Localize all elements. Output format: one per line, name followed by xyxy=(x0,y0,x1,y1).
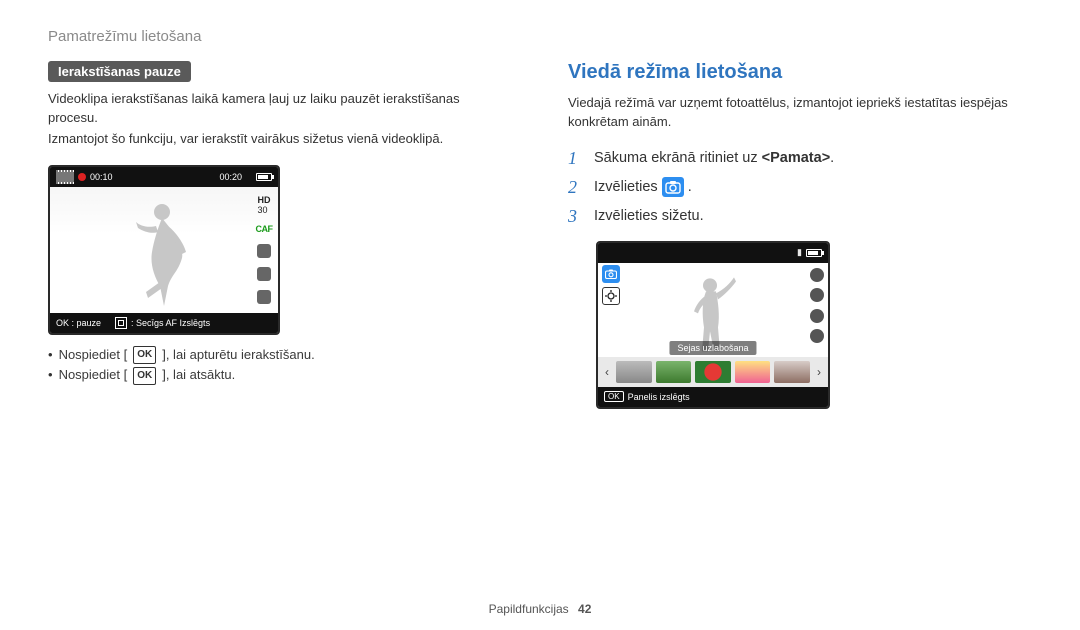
lcd-left-icons xyxy=(602,265,620,305)
step-2: 2 Izvēlieties . xyxy=(568,177,1032,198)
smart-mode-icon xyxy=(602,265,620,283)
right-column: Viedā režīma lietošana Viedajā režīmā va… xyxy=(568,61,1032,409)
mode-icon xyxy=(257,267,271,281)
scroll-left-icon[interactable]: ‹ xyxy=(602,365,612,379)
mode-icon xyxy=(810,288,824,302)
lcd-top-bar: ▮ xyxy=(598,243,828,263)
list-item: Nospiediet [ OK ], lai atsāktu. xyxy=(48,365,512,386)
total-time: 00:20 xyxy=(219,172,242,182)
mode-icon xyxy=(810,268,824,282)
lcd-right-icons: HD30 CAF xyxy=(254,191,274,309)
lcd-bottom-bar: OK Panelis izslēgts xyxy=(598,387,828,407)
record-dot-icon xyxy=(78,173,86,181)
af-off-label: : Secīgs AF Izslēgts xyxy=(131,318,210,328)
panel-off-label: Panelis izslēgts xyxy=(628,392,690,402)
thumbnail[interactable] xyxy=(616,361,652,383)
step-1: 1 Sākuma ekrānā ritiniet uz <Pamata>. xyxy=(568,148,1032,169)
camera-lcd-scene: ▮ xyxy=(596,241,830,409)
battery-icon xyxy=(806,249,822,257)
page-footer: Papildfunkcijas 42 xyxy=(0,602,1080,616)
ok-pause-label: OK : pauze xyxy=(56,318,101,328)
step-number: 2 xyxy=(568,177,584,198)
subsection-tag: Ierakstīšanas pauze xyxy=(48,61,191,82)
smart-mode-icon xyxy=(662,177,684,197)
film-icon xyxy=(56,171,74,183)
paragraph: Izmantojot šo funkciju, var ierakstīt va… xyxy=(48,130,512,149)
heading: Viedā režīma lietošana xyxy=(568,61,1032,84)
ordered-steps: 1 Sākuma ekrānā ritiniet uz <Pamata>. 2 … xyxy=(568,148,1032,227)
step-number: 3 xyxy=(568,206,584,227)
step-3: 3 Izvēlieties sižetu. xyxy=(568,206,1032,227)
caf-label: CAF xyxy=(256,224,273,234)
body-text: Viedajā režīmā var uzņemt fotoattēlus, i… xyxy=(568,94,1032,132)
left-column: Ierakstīšanas pauze Videoklipa ierakstīš… xyxy=(48,61,512,409)
mode-icon xyxy=(257,244,271,258)
thumbnail[interactable] xyxy=(735,361,771,383)
bullet-list: Nospiediet [ OK ], lai apturētu ierakstī… xyxy=(48,345,512,387)
footer-label: Papildfunkcijas xyxy=(489,602,569,616)
mode-icon xyxy=(810,309,824,323)
mode-icon xyxy=(810,329,824,343)
thumbnail[interactable] xyxy=(656,361,692,383)
camera-lcd-recording: 00:10 00:20 HD30 CAF xyxy=(48,165,280,335)
elapsed-time: 00:10 xyxy=(90,172,113,182)
ok-key-icon: OK xyxy=(133,367,156,385)
dancer-silhouette xyxy=(134,198,194,308)
ok-key-icon: OK xyxy=(133,346,156,364)
battery-icon xyxy=(256,173,272,181)
hd-label: HD30 xyxy=(258,195,271,215)
body-text: Videoklipa ierakstīšanas laikā kamera ļa… xyxy=(48,90,512,149)
ok-key-icon: OK xyxy=(604,391,624,402)
lcd-right-icons xyxy=(810,265,824,347)
scroll-right-icon[interactable]: › xyxy=(814,365,824,379)
list-item: Nospiediet [ OK ], lai apturētu ierakstī… xyxy=(48,345,512,366)
section-header: Pamatrežīmu lietošana xyxy=(48,28,1032,45)
af-icon xyxy=(115,317,127,329)
mode-icon xyxy=(257,290,271,304)
target-icon xyxy=(602,287,620,305)
thumbnail[interactable] xyxy=(695,361,731,383)
step-number: 1 xyxy=(568,148,584,169)
scene-label: Sejas uzlabošana xyxy=(669,341,756,355)
paragraph: Viedajā režīmā var uzņemt fotoattēlus, i… xyxy=(568,94,1032,132)
paragraph: Videoklipa ierakstīšanas laikā kamera ļa… xyxy=(48,90,512,128)
scene-thumbnails: ‹ › xyxy=(598,357,828,387)
lcd-bottom-bar: OK : pauze : Secīgs AF Izslēgts xyxy=(50,313,278,333)
page-number: 42 xyxy=(578,602,591,616)
lcd-top-bar: 00:10 00:20 xyxy=(50,167,278,187)
thumbnail[interactable] xyxy=(774,361,810,383)
